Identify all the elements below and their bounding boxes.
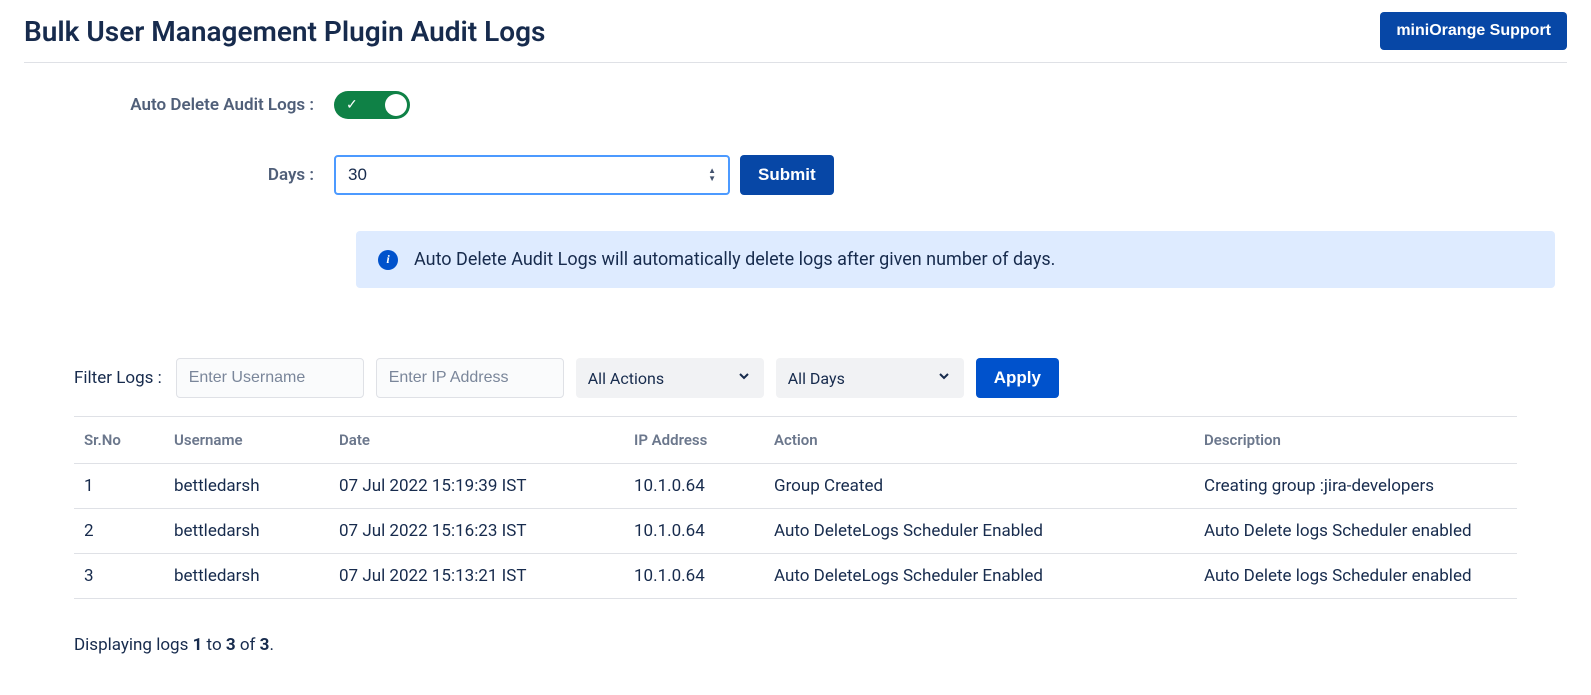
cell-username: bettledarsh [164, 464, 329, 509]
pagination-mid: to [202, 635, 226, 655]
cell-description: Creating group :jira-developers [1194, 464, 1517, 509]
stepper-down-icon[interactable]: ▼ [708, 175, 716, 183]
table-row: 2bettledarsh07 Jul 2022 15:16:23 IST10.1… [74, 509, 1517, 554]
pagination-suffix: . [269, 635, 273, 655]
submit-button[interactable]: Submit [740, 155, 834, 195]
chevron-down-icon [936, 368, 952, 388]
cell-description: Auto Delete logs Scheduler enabled [1194, 554, 1517, 599]
cell-action: Group Created [764, 464, 1194, 509]
cell-username: bettledarsh [164, 509, 329, 554]
cell-srno: 2 [74, 509, 164, 554]
th-srno: Sr.No [74, 417, 164, 464]
th-action: Action [764, 417, 1194, 464]
apply-button[interactable]: Apply [976, 358, 1059, 398]
chevron-down-icon [736, 368, 752, 388]
th-username: Username [164, 417, 329, 464]
filter-days-select[interactable]: All Days [776, 358, 964, 398]
cell-ip: 10.1.0.64 [624, 464, 764, 509]
audit-log-table: Sr.No Username Date IP Address Action De… [74, 416, 1517, 599]
cell-ip: 10.1.0.64 [624, 509, 764, 554]
filter-ip-input[interactable] [376, 358, 564, 398]
days-input-wrap[interactable]: ▲ ▼ [334, 155, 730, 195]
toggle-knob [385, 94, 407, 116]
support-button[interactable]: miniOrange Support [1380, 12, 1567, 50]
filter-actions-value: All Actions [588, 369, 664, 388]
filter-label: Filter Logs : [74, 368, 162, 388]
th-date: Date [329, 417, 624, 464]
pagination-of: of [236, 635, 260, 655]
filter-days-value: All Days [788, 369, 845, 388]
cell-date: 07 Jul 2022 15:19:39 IST [329, 464, 624, 509]
auto-delete-label: Auto Delete Audit Logs : [24, 95, 334, 115]
cell-date: 07 Jul 2022 15:16:23 IST [329, 509, 624, 554]
filter-actions-select[interactable]: All Actions [576, 358, 764, 398]
days-label: Days : [24, 165, 334, 185]
cell-date: 07 Jul 2022 15:13:21 IST [329, 554, 624, 599]
info-banner: i Auto Delete Audit Logs will automatica… [356, 231, 1555, 288]
cell-action: Auto DeleteLogs Scheduler Enabled [764, 509, 1194, 554]
info-text: Auto Delete Audit Logs will automaticall… [414, 249, 1055, 270]
info-icon: i [378, 250, 398, 270]
days-stepper[interactable]: ▲ ▼ [708, 167, 716, 183]
pagination-summary: Displaying logs 1 to 3 of 3. [74, 635, 1517, 655]
cell-srno: 1 [74, 464, 164, 509]
pagination-from: 1 [193, 635, 203, 655]
table-row: 3bettledarsh07 Jul 2022 15:13:21 IST10.1… [74, 554, 1517, 599]
pagination-to: 3 [226, 635, 236, 655]
cell-username: bettledarsh [164, 554, 329, 599]
cell-description: Auto Delete logs Scheduler enabled [1194, 509, 1517, 554]
cell-ip: 10.1.0.64 [624, 554, 764, 599]
th-ip: IP Address [624, 417, 764, 464]
cell-action: Auto DeleteLogs Scheduler Enabled [764, 554, 1194, 599]
filter-username-input[interactable] [176, 358, 364, 398]
table-row: 1bettledarsh07 Jul 2022 15:19:39 IST10.1… [74, 464, 1517, 509]
page-title: Bulk User Management Plugin Audit Logs [24, 15, 545, 48]
auto-delete-toggle[interactable]: ✓ [334, 91, 410, 119]
pagination-prefix: Displaying logs [74, 635, 193, 655]
pagination-total: 3 [260, 635, 270, 655]
check-icon: ✓ [346, 97, 358, 113]
days-input[interactable] [348, 165, 708, 185]
cell-srno: 3 [74, 554, 164, 599]
th-description: Description [1194, 417, 1517, 464]
